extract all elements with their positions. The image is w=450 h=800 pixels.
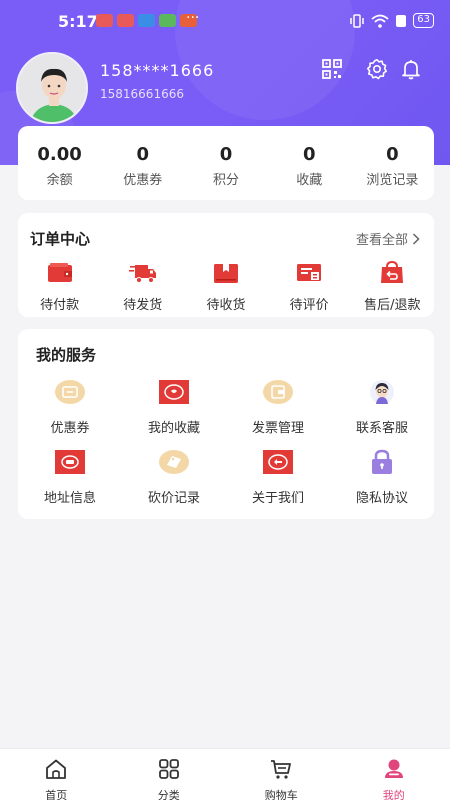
stat-coupons[interactable]: 0 优惠券 (101, 126, 184, 200)
my-services-card: 我的服务 优惠券 我的收藏 发票管理 联系客服 地址信息 砍价记录 关于我们 隐… (18, 329, 434, 519)
user-name: 158****1666 (100, 61, 215, 80)
tab-home[interactable]: 首页 (0, 749, 113, 800)
order-center-title: 订单中心 (30, 230, 91, 248)
stat-value: 0 (219, 144, 233, 165)
service-privacy-policy[interactable]: 隐私协议 (330, 449, 434, 519)
order-pending-review[interactable]: 待评价 (268, 261, 351, 313)
bottom-tab-bar: 首页 分类 购物车 我的 (0, 748, 450, 800)
service-label: 地址信息 (43, 491, 96, 506)
stat-label: 优惠券 (123, 173, 163, 188)
coupon-icon (55, 380, 85, 404)
service-label: 关于我们 (251, 491, 304, 506)
stat-points[interactable]: 0 积分 (184, 126, 267, 200)
customer-service-icon (370, 380, 394, 404)
battery-level: 63 (413, 13, 434, 28)
service-favorites[interactable]: 我的收藏 (122, 379, 226, 449)
qr-code-icon[interactable] (321, 58, 343, 80)
stat-value: 0 (136, 144, 150, 165)
about-icon (263, 450, 293, 474)
more-notifications: ··· (186, 10, 200, 26)
system-indicators: 63 (349, 13, 434, 28)
order-pending-shipment[interactable]: 待发货 (101, 261, 184, 313)
order-label: 待发货 (123, 298, 163, 313)
home-icon (46, 759, 67, 779)
vibrate-icon (350, 13, 365, 28)
view-all-label: 查看全部 (355, 233, 408, 248)
stat-value: 0 (302, 144, 316, 165)
stat-value: 0 (386, 144, 399, 165)
cart-icon (271, 760, 292, 779)
stat-label: 余额 (46, 173, 73, 188)
profile-icon (384, 759, 403, 778)
service-label: 隐私协议 (355, 491, 408, 506)
order-center-card: 订单中心 查看全部 待付款 待发货 待收货 待评价 售后/退款 (18, 213, 434, 317)
category-icon (158, 759, 179, 779)
notification-bell-icon[interactable] (400, 58, 422, 80)
service-label: 优惠券 (50, 421, 90, 436)
tab-label: 首页 (45, 789, 68, 800)
invoice-icon (263, 380, 293, 404)
tab-label: 分类 (157, 789, 180, 800)
address-icon (55, 450, 85, 474)
order-label: 待收货 (206, 298, 246, 313)
service-customer-service[interactable]: 联系客服 (330, 379, 434, 449)
stat-favorites[interactable]: 0 收藏 (268, 126, 351, 200)
favorite-icon (159, 380, 189, 404)
service-invoices[interactable]: 发票管理 (226, 379, 330, 449)
account-stats-card: 0.00 余额 0 优惠券 0 积分 0 收藏 0 浏览记录 (18, 126, 434, 200)
bargain-icon (159, 450, 189, 474)
stat-balance[interactable]: 0.00 余额 (18, 126, 101, 200)
tab-cart[interactable]: 购物车 (225, 749, 338, 800)
tab-label: 购物车 (264, 789, 298, 800)
service-address[interactable]: 地址信息 (18, 449, 122, 519)
truck-icon (128, 265, 156, 283)
order-label: 待评价 (289, 298, 329, 313)
services-title: 我的服务 (36, 346, 97, 364)
service-about-us[interactable]: 关于我们 (226, 449, 330, 519)
stat-label: 收藏 (296, 173, 323, 188)
avatar[interactable] (16, 52, 88, 124)
status-time: 5:17 (58, 12, 98, 31)
refund-bag-icon (381, 260, 404, 283)
order-pending-payment[interactable]: 待付款 (18, 261, 101, 313)
service-label: 我的收藏 (147, 421, 200, 436)
tab-category[interactable]: 分类 (113, 749, 226, 800)
order-label: 待付款 (40, 298, 80, 313)
order-label: 售后/退款 (364, 298, 421, 313)
service-bargain-records[interactable]: 砍价记录 (122, 449, 226, 519)
user-phone: 15816661666 (100, 87, 184, 101)
chevron-right-icon (412, 232, 420, 245)
service-label: 联系客服 (355, 421, 408, 436)
settings-gear-icon[interactable] (366, 58, 388, 80)
service-label: 砍价记录 (147, 491, 200, 506)
lock-icon (372, 449, 392, 474)
stat-label: 积分 (213, 173, 240, 188)
stat-label: 浏览记录 (366, 173, 419, 188)
status-bar: 5:17 ··· 63 (0, 0, 450, 42)
order-after-sales[interactable]: 售后/退款 (351, 260, 434, 313)
box-icon (213, 264, 238, 283)
notification-icons (96, 14, 197, 27)
order-pending-receipt[interactable]: 待收货 (184, 261, 267, 313)
stat-history[interactable]: 0 浏览记录 (351, 126, 434, 200)
service-label: 发票管理 (251, 421, 304, 436)
sim-icon (396, 14, 407, 27)
wallet-icon (47, 263, 72, 282)
tab-profile[interactable]: 我的 (338, 749, 450, 800)
comment-icon (297, 264, 322, 281)
stat-value: 0.00 (37, 144, 82, 165)
tab-label: 我的 (382, 789, 405, 800)
view-all-orders-link[interactable]: 查看全部 (356, 229, 420, 248)
service-coupons[interactable]: 优惠券 (18, 379, 122, 449)
wifi-icon (371, 14, 389, 28)
